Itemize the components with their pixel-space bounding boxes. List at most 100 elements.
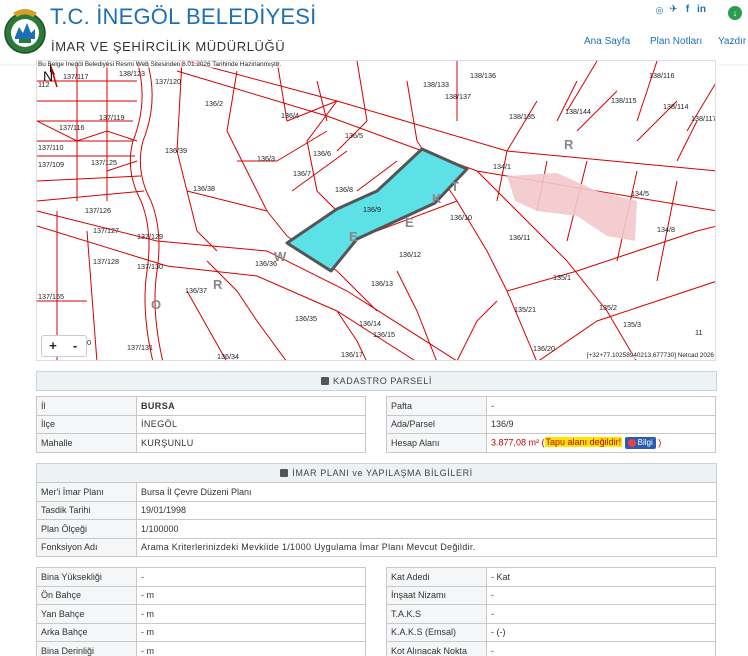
parcel-label: 137/120 xyxy=(155,77,181,86)
row-value: - Kat xyxy=(486,567,716,587)
parcel-label: 136/14 xyxy=(359,319,381,328)
parcel-label: 136/12 xyxy=(399,250,421,259)
info-button[interactable]: Bilgi xyxy=(624,436,656,449)
kadastro-title: KADASTRO PARSELİ xyxy=(333,376,432,386)
row-label: Tasdik Tarihi xyxy=(36,500,137,520)
parcel-label: 136/20 xyxy=(533,344,555,353)
parcel-label: 136/9 xyxy=(363,205,381,214)
kadastro-header: KADASTRO PARSELİ xyxy=(36,371,717,391)
table-row: Mer'i İmar Planı Bursa İl Çevre Düzeni P… xyxy=(36,482,717,502)
parcel-label: 136/37 xyxy=(185,286,207,295)
facebook-icon[interactable]: f xyxy=(683,4,692,16)
row-value: Arama Kriterlerinizdeki Mevkiide 1/1000 … xyxy=(136,537,717,557)
row-label: Fonksiyon Adı xyxy=(36,537,137,557)
table-row: İlçe İNEGÖL xyxy=(36,414,366,434)
road-letter-r2: R xyxy=(213,277,223,292)
table-row: Mahalle KURŞUNLU xyxy=(36,433,366,453)
kadastro-left-table: İl BURSA İlçe İNEGÖL Mahalle KURŞUNLU xyxy=(36,396,366,453)
imar-table: Mer'i İmar Planı Bursa İl Çevre Düzeni P… xyxy=(36,482,717,557)
building-icon xyxy=(280,469,289,477)
table-row: Bina Yüksekliği - xyxy=(36,567,366,587)
row-value: - xyxy=(486,396,716,416)
parcel-label: 138/117 xyxy=(691,114,716,123)
row-label: T.A.K.S xyxy=(386,604,487,624)
kadastro-right-table: Pafta - Ada/Parsel 136/9 Hesap Alanı 3.8… xyxy=(386,396,716,453)
parcel-label: 136/15 xyxy=(373,330,395,339)
parcel-label: 138/114 xyxy=(663,102,688,111)
instagram-icon[interactable]: ◎ xyxy=(655,4,664,16)
nav-yazdir[interactable]: Yazdır xyxy=(718,36,746,47)
parcel-label: 136/36 xyxy=(255,259,277,268)
parcel-label: 137/126 xyxy=(85,206,111,215)
row-label: Plan Ölçeği xyxy=(36,519,137,539)
parcel-label: 135/3 xyxy=(623,320,641,329)
row-value: BURSA xyxy=(136,396,366,416)
row-label: Bina Derinliği xyxy=(36,641,137,656)
row-label: Yan Bahçe xyxy=(36,604,137,624)
parcel-label: 137/127 xyxy=(93,226,119,235)
parcel-label: 136/4 xyxy=(281,111,299,120)
row-label: Arka Bahçe xyxy=(36,622,137,642)
area-value: 3.877,08 m² xyxy=(491,437,540,448)
parcel-label: 137/109 xyxy=(38,160,64,169)
table-row: Yan Bahçe - m xyxy=(36,604,366,624)
row-label: İnşaat Nizamı xyxy=(386,585,487,605)
row-label: Mer'i İmar Planı xyxy=(36,482,137,502)
nav-plan-notlari[interactable]: Plan Notları xyxy=(650,36,702,47)
parcel-map-drawing: R E K T O R W E 137/117 138/123 138/133 … xyxy=(37,61,716,360)
zoom-control: + - xyxy=(41,335,87,357)
twitter-icon[interactable]: ✈ xyxy=(669,4,678,16)
row-label: Mahalle xyxy=(36,433,137,453)
parcel-label: 136/38 xyxy=(193,184,215,193)
row-value: - xyxy=(486,641,716,656)
yapilasma-left-table: Bina Yüksekliği - Ön Bahçe - m Yan Bahçe… xyxy=(36,567,366,656)
parcel-label: 135/21 xyxy=(514,305,536,314)
row-label: Pafta xyxy=(386,396,487,416)
parcel-label: 136/6 xyxy=(313,149,331,158)
row-value: İNEGÖL xyxy=(136,414,366,434)
row-label: Kot Alınacak Nokta xyxy=(386,641,487,656)
zoom-in-button[interactable]: + xyxy=(42,336,64,356)
site-title: T.C. İNEGÖL BELEDİYESİ xyxy=(50,4,317,29)
parcel-map[interactable]: R E K T O R W E 137/117 138/123 138/133 … xyxy=(36,60,716,361)
table-row: İnşaat Nizamı - xyxy=(386,585,716,605)
parcel-label: 138/133 xyxy=(423,80,449,89)
parcel-label: 138/144 xyxy=(565,107,591,116)
map-icon xyxy=(321,377,330,385)
row-value: - xyxy=(486,585,716,605)
table-row: İl BURSA xyxy=(36,396,366,416)
table-row: Kat Adedi - Kat xyxy=(386,567,716,587)
table-row: Kot Alınacak Nokta - xyxy=(386,641,716,656)
table-row: Pafta - xyxy=(386,396,716,416)
parcel-label: 138/123 xyxy=(119,69,145,78)
parcel-label: 134/8 xyxy=(657,225,675,234)
parcel-label: 138/116 xyxy=(649,71,674,80)
download-icon[interactable]: ↓ xyxy=(728,6,742,20)
row-value: - m xyxy=(136,622,366,642)
paren-close: ) xyxy=(655,437,662,448)
linkedin-icon[interactable]: in xyxy=(697,4,706,16)
row-label: İl xyxy=(36,396,137,416)
road-letter-e2: E xyxy=(349,229,358,244)
row-value: Bursa İl Çevre Düzeni Planı xyxy=(136,482,717,502)
parcel-label: 137/131 xyxy=(127,343,153,352)
site-header: T.C. İNEGÖL BELEDİYESİ İMAR VE ŞEHİRCİLİ… xyxy=(0,0,748,64)
nav-ana-sayfa[interactable]: Ana Sayfa xyxy=(584,36,630,47)
parcel-label: 136/39 xyxy=(165,146,187,155)
site-subtitle: İMAR VE ŞEHİRCİLİK MÜDÜRLÜĞÜ xyxy=(51,39,286,54)
parcel-label: 136/35 xyxy=(295,314,317,323)
table-row: Ada/Parsel 136/9 xyxy=(386,414,716,434)
parcel-label: 134/5 xyxy=(631,189,649,198)
road-letter-e: E xyxy=(405,215,414,230)
parcel-label: 137/130 xyxy=(137,262,163,271)
row-label: Ada/Parsel xyxy=(386,414,487,434)
zoom-out-button[interactable]: - xyxy=(64,336,86,356)
parcel-label: 138/136 xyxy=(470,71,496,80)
row-value: 136/9 xyxy=(486,414,716,434)
row-label: Hesap Alanı xyxy=(386,433,487,453)
parcel-label: 136/3 xyxy=(257,154,275,163)
area-warning: Tapu alanı değildir! xyxy=(544,437,623,448)
parcel-label: 137/128 xyxy=(93,257,119,266)
row-value: - m xyxy=(136,641,366,656)
parcel-label: 138/115 xyxy=(611,96,636,105)
